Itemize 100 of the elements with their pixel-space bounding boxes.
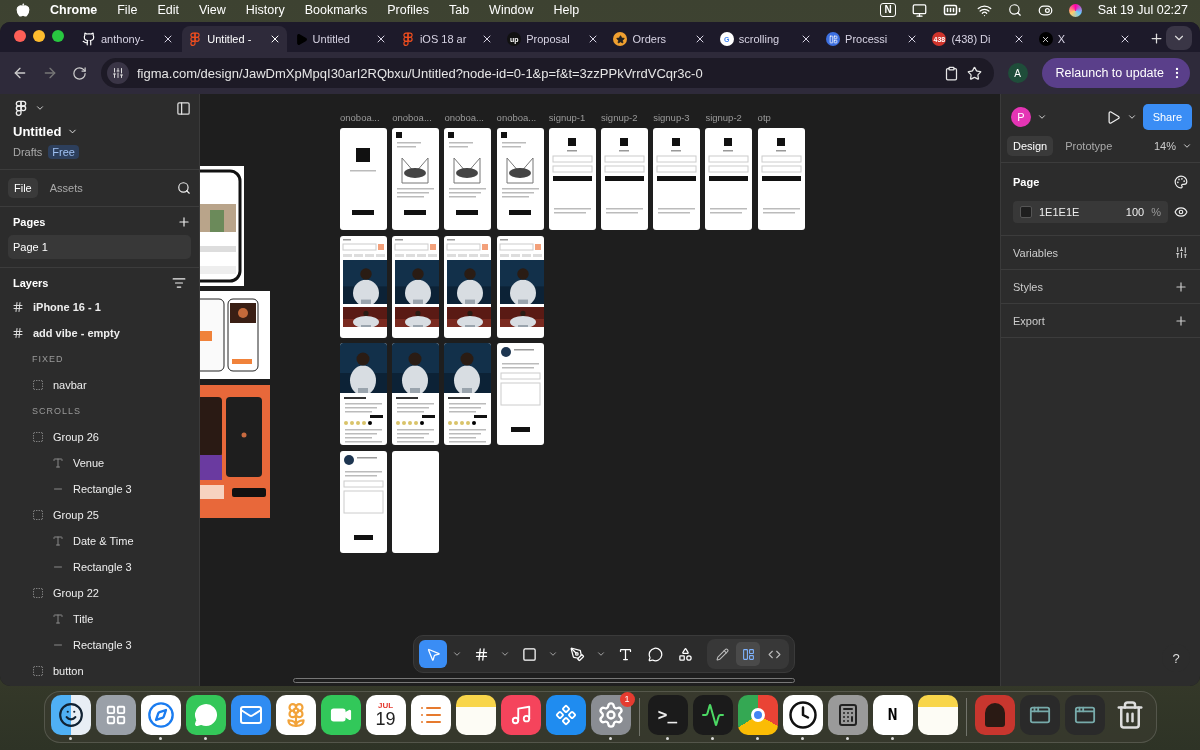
color-swatch[interactable] bbox=[1020, 206, 1032, 218]
frame-label[interactable]: onoboa... bbox=[392, 112, 432, 123]
pointer-icon[interactable] bbox=[419, 640, 447, 668]
window-thumbnail-icon[interactable] bbox=[1064, 694, 1105, 735]
file-name[interactable]: Untitled bbox=[13, 124, 62, 139]
frame-label[interactable]: onoboa... bbox=[340, 112, 380, 123]
app-menu[interactable]: Chrome bbox=[50, 3, 98, 17]
app-store-icon[interactable] bbox=[545, 694, 586, 735]
close-window-button[interactable] bbox=[14, 30, 26, 42]
caret-icon[interactable] bbox=[548, 649, 558, 659]
caret-icon[interactable] bbox=[500, 649, 510, 659]
chevron-icon[interactable] bbox=[1182, 141, 1192, 151]
plus-icon[interactable] bbox=[1148, 31, 1164, 46]
browser-tab[interactable]: Orders bbox=[607, 26, 712, 52]
layer-item[interactable]: navbar bbox=[53, 379, 87, 391]
frame-label[interactable]: signup-1 bbox=[548, 112, 586, 123]
reload-icon[interactable] bbox=[72, 65, 87, 81]
frame-label[interactable]: signup-2 bbox=[705, 112, 742, 123]
frame-label[interactable]: signup-2 bbox=[601, 112, 638, 123]
activity-app-icon[interactable] bbox=[692, 694, 733, 735]
menu-item[interactable]: View bbox=[198, 3, 226, 17]
caret-icon[interactable] bbox=[452, 649, 462, 659]
layer-item[interactable]: Rectangle 3 bbox=[73, 639, 132, 651]
profile-avatar[interactable]: A bbox=[1007, 63, 1028, 83]
reminders-app-icon[interactable] bbox=[410, 694, 451, 735]
layer-item[interactable]: Title bbox=[73, 613, 94, 625]
siri-icon[interactable] bbox=[1068, 3, 1082, 17]
photos-app-icon[interactable] bbox=[275, 694, 316, 735]
menu-item[interactable]: Edit bbox=[157, 3, 179, 17]
screen-mockup[interactable] bbox=[340, 236, 387, 338]
frame-label[interactable]: otp bbox=[757, 112, 771, 123]
browser-tab[interactable]: Untitled bbox=[288, 26, 393, 52]
screen-mockup[interactable] bbox=[757, 128, 805, 230]
minimize-window-button[interactable] bbox=[33, 30, 45, 42]
calculator-app-icon[interactable] bbox=[827, 694, 868, 735]
back-icon[interactable] bbox=[12, 65, 28, 81]
mail-app-icon[interactable] bbox=[230, 694, 271, 735]
music-app-icon[interactable] bbox=[500, 694, 541, 735]
design-mode-tab[interactable] bbox=[736, 642, 760, 666]
window-thumbnail-icon[interactable] bbox=[1019, 694, 1060, 735]
page-item[interactable]: Page 1 bbox=[8, 235, 191, 259]
search-icon[interactable] bbox=[1007, 3, 1022, 17]
screen-mockup[interactable] bbox=[392, 236, 440, 338]
screen-mockup[interactable] bbox=[444, 128, 492, 230]
screen-mockup[interactable] bbox=[601, 128, 648, 230]
compass-app-icon[interactable] bbox=[140, 694, 181, 735]
menu-item[interactable]: Window bbox=[489, 3, 534, 17]
relaunch-button[interactable]: Relaunch to update bbox=[1041, 58, 1190, 88]
tab-search-button[interactable] bbox=[1166, 26, 1192, 50]
finder-app-icon[interactable] bbox=[50, 694, 91, 735]
plus-icon[interactable] bbox=[177, 215, 191, 229]
screen-mockup[interactable] bbox=[392, 451, 440, 553]
screen-mockup[interactable] bbox=[496, 236, 544, 338]
panel-tab[interactable]: Prototype bbox=[1059, 136, 1119, 156]
screen-mockup[interactable] bbox=[705, 128, 753, 230]
menu-item[interactable]: File bbox=[117, 3, 138, 17]
screen-mockup[interactable] bbox=[444, 343, 492, 445]
screen-mockup[interactable] bbox=[444, 236, 492, 338]
notion-status-icon[interactable]: N bbox=[880, 3, 896, 17]
notes-app-icon[interactable] bbox=[917, 694, 958, 735]
calendar-app-icon[interactable]: JUL 19 bbox=[365, 694, 406, 735]
address-field[interactable]: figma.com/design/JawDmXpMpqI30arI2RQbxu/Untitled?node-id=0-1&p=f&t=3zzPPkVrrdVCqr3c-0 bbox=[101, 58, 994, 88]
play-icon[interactable] bbox=[1105, 109, 1121, 125]
caret-icon[interactable] bbox=[596, 649, 606, 659]
layer-item[interactable]: Group 26 bbox=[53, 431, 99, 443]
list-filter-icon[interactable] bbox=[172, 276, 186, 290]
frame-label[interactable]: onoboa... bbox=[444, 112, 484, 123]
sliders-icon[interactable] bbox=[1175, 246, 1188, 259]
eye-icon[interactable] bbox=[1174, 205, 1188, 219]
screen-mockup[interactable] bbox=[496, 343, 544, 445]
figma-icon[interactable] bbox=[13, 100, 29, 116]
layer-item[interactable]: Rectangle 3 bbox=[73, 483, 132, 495]
browser-tab[interactable]: Processi bbox=[820, 26, 925, 52]
messages-app-icon[interactable] bbox=[185, 694, 226, 735]
toggle-icon[interactable] bbox=[1037, 2, 1053, 18]
menu-item[interactable]: Profiles bbox=[387, 3, 429, 17]
layer-item[interactable]: Group 25 bbox=[53, 509, 99, 521]
screen-mockup[interactable] bbox=[340, 128, 387, 230]
menu-clock[interactable]: Sat 19 Jul 02:27 bbox=[1097, 3, 1188, 17]
styles-icon[interactable] bbox=[1174, 175, 1188, 189]
chevron-icon[interactable] bbox=[1037, 112, 1047, 122]
layer-item[interactable]: Group 22 bbox=[53, 587, 99, 599]
launchpad-app-icon[interactable] bbox=[95, 694, 136, 735]
menu-item[interactable]: Help bbox=[553, 3, 580, 17]
menu-item[interactable]: History bbox=[245, 3, 285, 17]
clock-app-icon[interactable] bbox=[782, 694, 823, 735]
screen-mockup[interactable] bbox=[340, 451, 387, 553]
chevron-icon[interactable] bbox=[1126, 112, 1137, 122]
zoom-window-button[interactable] bbox=[52, 30, 64, 42]
zoom-level[interactable]: 14% bbox=[1153, 140, 1176, 152]
browser-tab[interactable]: X bbox=[1032, 26, 1137, 52]
frame-label[interactable]: signup-3 bbox=[653, 112, 690, 123]
chrome-app-icon[interactable] bbox=[737, 694, 778, 735]
screen-mockup[interactable] bbox=[340, 343, 387, 445]
screen-mockup[interactable] bbox=[496, 128, 544, 230]
screen-mockup[interactable] bbox=[392, 343, 440, 445]
layer-item[interactable]: Venue bbox=[73, 457, 105, 469]
layer-item[interactable]: add vibe - empty bbox=[33, 327, 120, 339]
forward-icon[interactable] bbox=[42, 65, 58, 81]
layer-item[interactable]: Date & Time bbox=[73, 535, 134, 547]
